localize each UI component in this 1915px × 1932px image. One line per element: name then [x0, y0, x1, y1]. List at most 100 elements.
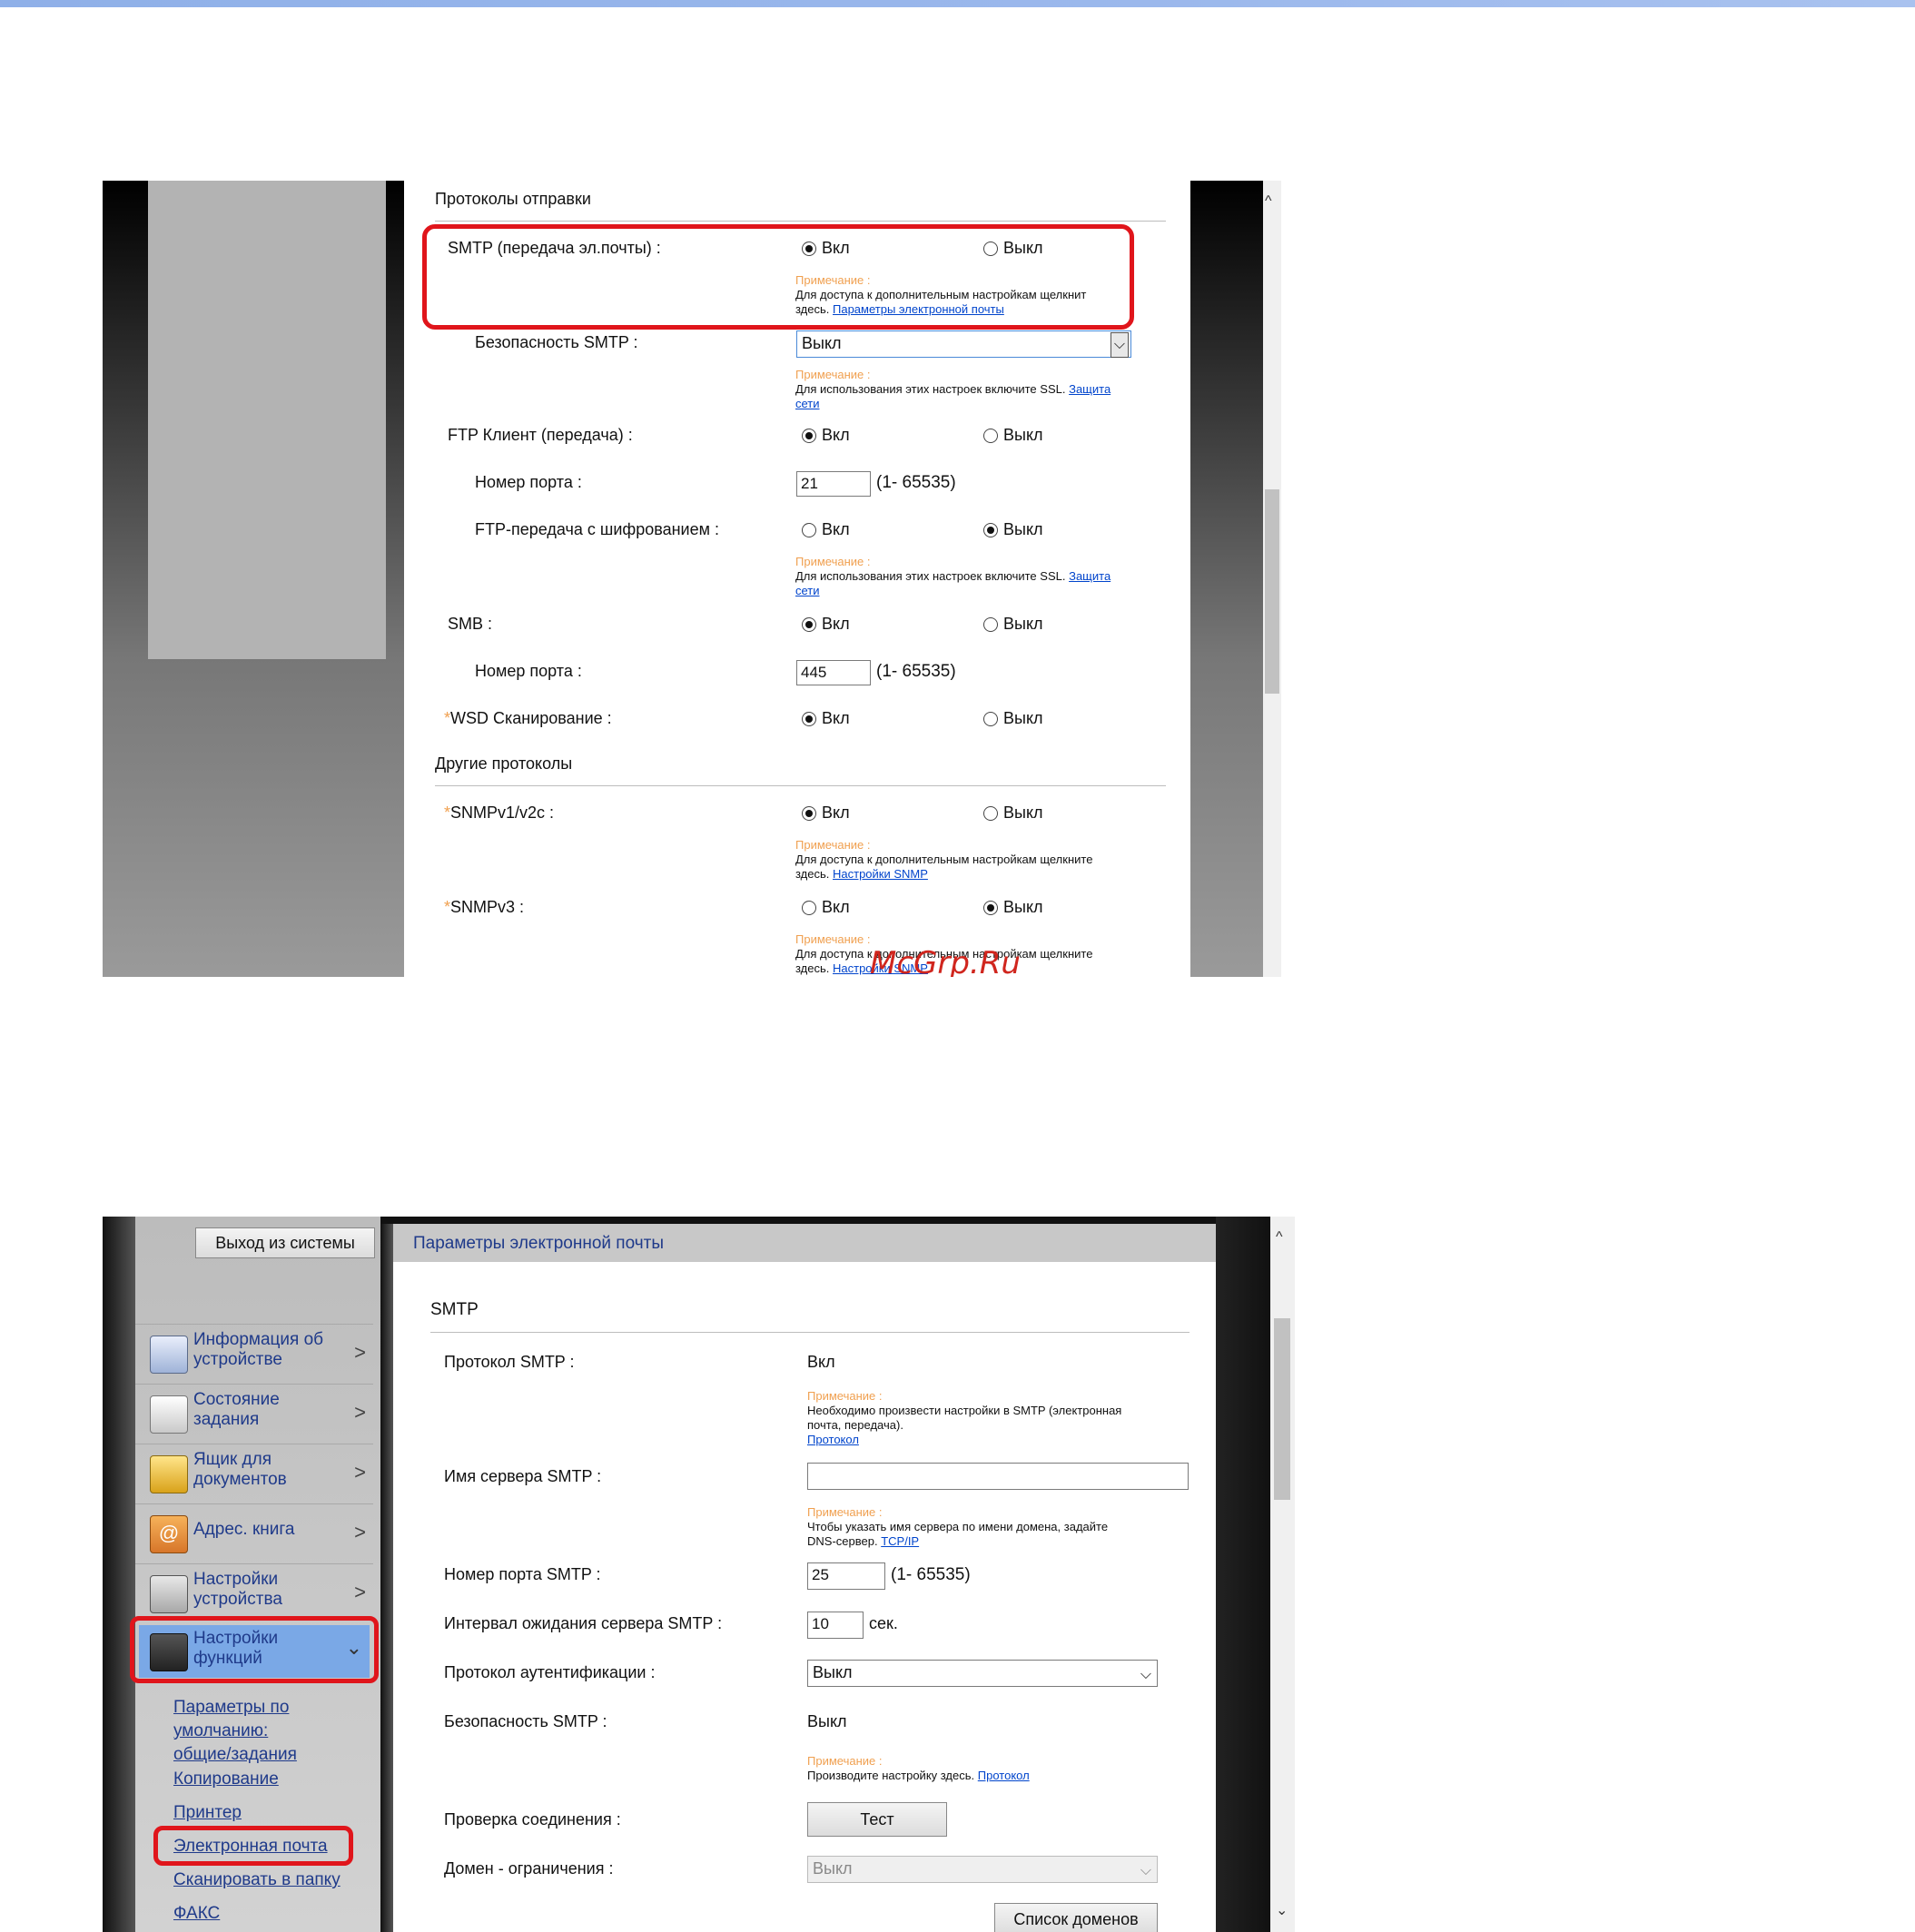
section-other-protocols: Другие протоколы	[435, 754, 573, 773]
device-info-icon	[150, 1336, 188, 1374]
address-book-icon: @	[150, 1515, 188, 1553]
sublink-scan-folder[interactable]: Сканировать в папку	[173, 1870, 341, 1890]
watermark: McGrp.Ru	[870, 945, 1021, 977]
page-top-bar	[0, 0, 1915, 7]
email-settings-screenshot: ^ ⌄ Выход из системы Информация об устрой…	[103, 1217, 1295, 1932]
smb-on-radio[interactable]: Вкл	[802, 615, 850, 634]
snmp-settings-link[interactable]: Настройки SNMP	[833, 867, 928, 881]
ftp-label: FTP Клиент (передача) :	[448, 426, 633, 444]
menu-item-address-book[interactable]: @ Адрес. книга >	[135, 1503, 373, 1564]
chevron-right-icon: >	[354, 1401, 366, 1424]
sublink-copy[interactable]: Копирование	[173, 1769, 279, 1789]
smb-port-input[interactable]: 445	[796, 660, 871, 685]
snmp3-on-radio[interactable]: Вкл	[802, 898, 850, 917]
wsd-label: *WSD Сканирование :	[444, 709, 612, 727]
left-panel-inner	[148, 181, 386, 659]
mid-frame	[380, 1217, 393, 1932]
smb-off-radio[interactable]: Выкл	[983, 615, 1043, 634]
chevron-right-icon: >	[354, 1341, 366, 1364]
snmp12-on-radio[interactable]: Вкл	[802, 803, 850, 823]
smb-port-range: (1- 65535)	[876, 662, 956, 681]
wsd-on-radio[interactable]: Вкл	[802, 709, 850, 728]
smtp-server-label: Имя сервера SMTP :	[444, 1467, 602, 1485]
radio-on-icon	[983, 522, 998, 537]
scroll-up-icon[interactable]: ^	[1276, 1229, 1283, 1246]
logout-button[interactable]: Выход из системы	[195, 1227, 375, 1258]
section-smtp: SMTP	[430, 1300, 479, 1319]
smtp-security-label: Безопасность SMTP :	[475, 333, 638, 351]
ftp-enc-label: FTP-передача с шифрованием :	[475, 520, 719, 538]
ftp-on-radio[interactable]: Вкл	[802, 426, 850, 445]
sublink-defaults[interactable]: Параметры по умолчанию: общие/задания	[173, 1696, 297, 1767]
chevron-down-icon: ⌵	[1110, 332, 1129, 358]
function-settings-highlight-box	[130, 1616, 379, 1683]
ftp-enc-off-radio[interactable]: Выкл	[983, 520, 1043, 539]
protocol-link[interactable]: Протокол	[978, 1769, 1030, 1782]
smtp-timeout-label: Интервал ожидания сервера SMTP :	[444, 1614, 723, 1632]
menu-item-device-info[interactable]: Информация об устройстве >	[135, 1324, 373, 1385]
ftp-port-input[interactable]: 21	[796, 471, 871, 497]
domain-restriction-select[interactable]: Выкл ⌵	[807, 1856, 1158, 1883]
radio-on-icon	[983, 900, 998, 915]
right-panel	[1190, 181, 1263, 977]
connection-check-label: Проверка соединения :	[444, 1810, 621, 1828]
wsd-off-radio[interactable]: Выкл	[983, 709, 1043, 728]
radio-on-icon	[802, 711, 816, 726]
domain-list-button[interactable]: Список доменов	[994, 1903, 1158, 1932]
smtp-server-note: Примечание : Чтобы указать имя сервера п…	[807, 1505, 1109, 1548]
smtp-security-note: Примечание : Для использования этих наст…	[795, 368, 1111, 410]
job-status-icon	[150, 1395, 188, 1434]
sublink-printer[interactable]: Принтер	[173, 1803, 242, 1823]
ftp-enc-on-radio[interactable]: Вкл	[802, 520, 850, 539]
scrollbar-thumb[interactable]	[1265, 489, 1279, 694]
domain-restriction-label: Домен - ограничения :	[444, 1859, 614, 1878]
snmp12-off-radio[interactable]: Выкл	[983, 803, 1043, 823]
scroll-up-icon[interactable]: ^	[1265, 193, 1272, 210]
smtp-timeout-unit: сек.	[869, 1614, 898, 1632]
test-button[interactable]: Тест	[807, 1802, 947, 1837]
email-link-highlight-box	[153, 1826, 353, 1866]
chevron-right-icon: >	[354, 1581, 366, 1603]
radio-off-icon	[802, 900, 816, 915]
scroll-down-icon[interactable]: ⌄	[1276, 1901, 1288, 1919]
snmp3-off-radio[interactable]: Выкл	[983, 898, 1043, 917]
chevron-down-icon: ⌵	[1140, 1863, 1151, 1878]
menu-item-device-settings[interactable]: Настройки устройства >	[135, 1563, 373, 1624]
divider	[430, 1332, 1189, 1333]
auth-protocol-label: Протокол аутентификации :	[444, 1663, 656, 1681]
scrollbar-thumb[interactable]	[1274, 1318, 1290, 1500]
network-security-link[interactable]: Защита	[1069, 569, 1111, 583]
smtp-protocol-note: Примечание : Необходимо произвести настр…	[807, 1389, 1198, 1447]
network-security-link[interactable]: Защита	[1069, 382, 1111, 396]
sublink-fax[interactable]: ФАКС	[173, 1904, 220, 1924]
smtp-security-select[interactable]: Выкл ⌵	[796, 330, 1131, 358]
smtp-security-note: Примечание : Производите настройку здесь…	[807, 1754, 1030, 1782]
radio-on-icon	[802, 616, 816, 632]
smtp-timeout-input[interactable]: 10	[807, 1612, 864, 1639]
smb-label: SMB :	[448, 615, 493, 633]
snmp12-label: *SNMPv1/v2c :	[444, 803, 555, 822]
chevron-down-icon: ⌵	[1140, 1667, 1151, 1682]
radio-off-icon	[983, 711, 998, 726]
snmp3-label: *SNMPv3 :	[444, 898, 525, 916]
left-frame	[103, 1217, 135, 1932]
protocol-link[interactable]: Протокол	[807, 1433, 1198, 1447]
radio-off-icon	[983, 428, 998, 443]
smtp-port-input[interactable]: 25	[807, 1562, 885, 1590]
auth-protocol-select[interactable]: Выкл ⌵	[807, 1660, 1158, 1687]
smtp-protocol-value: Вкл	[807, 1353, 835, 1371]
tcpip-link[interactable]: TCP/IP	[881, 1534, 919, 1548]
radio-off-icon	[983, 805, 998, 821]
ftp-enc-note: Примечание : Для использования этих наст…	[795, 555, 1111, 597]
ftp-off-radio[interactable]: Выкл	[983, 426, 1043, 445]
smb-port-label: Номер порта :	[475, 662, 582, 680]
smtp-port-label: Номер порта SMTP :	[444, 1565, 601, 1583]
menu-item-document-box[interactable]: Ящик для документов >	[135, 1444, 373, 1504]
ftp-port-label: Номер порта :	[475, 473, 582, 491]
document-box-icon	[150, 1455, 188, 1493]
radio-off-icon	[983, 616, 998, 632]
device-settings-icon	[150, 1575, 188, 1613]
smtp-server-input[interactable]	[807, 1463, 1189, 1490]
menu-item-job-status[interactable]: Состояние задания >	[135, 1384, 373, 1444]
page-title: Параметры электронной почты	[413, 1234, 664, 1253]
